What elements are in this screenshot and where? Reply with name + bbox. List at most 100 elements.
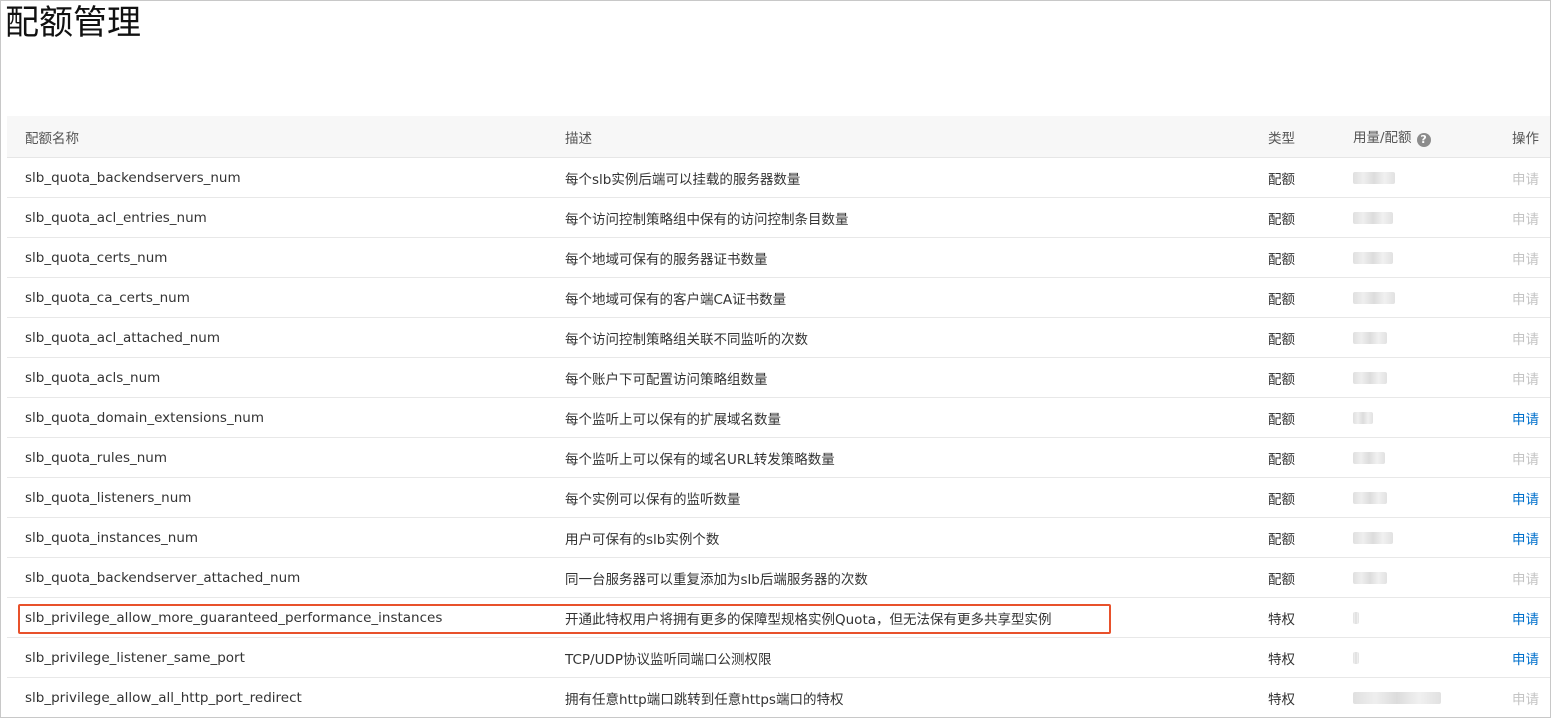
apply-link[interactable]: 申请 — [1512, 652, 1539, 668]
type-cell: 特权 — [1268, 677, 1353, 717]
quota-name-cell: slb_privilege_listener_same_port — [7, 637, 565, 678]
blurred-usage-value — [1353, 371, 1387, 384]
apply-link[interactable]: 申请 — [1512, 492, 1539, 508]
usage-cell — [1353, 437, 1512, 478]
quota-name-cell: slb_quota_instances_num — [7, 517, 565, 558]
table-row: slb_quota_acl_entries_num 每个访问控制策略组中保有的访问… — [7, 197, 1550, 238]
blurred-usage-value — [1353, 651, 1359, 664]
operation-cell: 申请 — [1512, 277, 1550, 318]
type-cell: 配额 — [1268, 517, 1353, 558]
type-cell: 配额 — [1268, 397, 1353, 438]
table-row: slb_quota_ca_certs_num 每个地域可保有的客户端CA证书数量配… — [7, 277, 1550, 318]
type-cell: 配额 — [1268, 477, 1353, 518]
type-cell: 配额 — [1268, 237, 1353, 278]
usage-cell — [1353, 637, 1512, 678]
quota-name-cell: slb_privilege_allow_more_guaranteed_perf… — [7, 597, 565, 638]
header-description: 描述 — [565, 116, 1268, 158]
apply-link: 申请 — [1512, 211, 1539, 228]
usage-cell — [1353, 357, 1512, 398]
operation-cell: 申请 — [1512, 477, 1550, 518]
table-row: slb_quota_rules_num 每个监听上可以保有的域名URL转发策略数量… — [7, 437, 1550, 478]
table-header-row: 配额名称 描述 类型 用量/配额? 操作 — [7, 116, 1550, 158]
header-usage-label: 用量/配额 — [1353, 130, 1412, 146]
operation-cell: 申请 — [1512, 197, 1550, 238]
description-cell: 每个监听上可以保有的域名URL转发策略数量 — [565, 437, 1268, 478]
quota-name-cell: slb_privilege_allow_all_http_port_redire… — [7, 677, 565, 717]
operation-cell: 申请 — [1512, 157, 1550, 198]
apply-link[interactable]: 申请 — [1512, 612, 1539, 628]
usage-cell — [1353, 197, 1512, 238]
table-row: slb_privilege_allow_more_guaranteed_perf… — [7, 597, 1550, 638]
quota-name-cell: slb_quota_acl_attached_num — [7, 317, 565, 358]
usage-cell — [1353, 397, 1512, 438]
operation-cell: 申请 — [1512, 677, 1550, 717]
usage-cell — [1353, 677, 1512, 717]
operation-cell: 申请 — [1512, 597, 1550, 638]
apply-link: 申请 — [1512, 451, 1539, 468]
operation-cell: 申请 — [1512, 237, 1550, 278]
apply-link: 申请 — [1512, 691, 1539, 708]
blurred-usage-value — [1353, 171, 1395, 184]
blurred-usage-value — [1353, 451, 1385, 464]
table-row: slb_quota_domain_extensions_num 每个监听上可以保有… — [7, 397, 1550, 438]
apply-link[interactable]: 申请 — [1512, 532, 1539, 548]
description-cell: 每个访问控制策略组中保有的访问控制条目数量 — [565, 197, 1268, 238]
blurred-usage-value — [1353, 611, 1359, 624]
quota-name-cell: slb_quota_domain_extensions_num — [7, 397, 565, 438]
quota-management-panel: 配额管理 配额名称 描述 类型 用量/配额? 操作 slb_quota_back… — [0, 0, 1551, 718]
description-cell: 每个slb实例后端可以挂载的服务器数量 — [565, 157, 1268, 198]
operation-cell: 申请 — [1512, 637, 1550, 678]
type-cell: 配额 — [1268, 437, 1353, 478]
description-cell: 开通此特权用户将拥有更多的保障型规格实例Quota，但无法保有更多共享型实例 — [565, 597, 1268, 638]
type-cell: 特权 — [1268, 597, 1353, 638]
description-cell: TCP/UDP协议监听同端口公测权限 — [565, 637, 1268, 678]
header-type: 类型 — [1268, 116, 1353, 158]
type-cell: 配额 — [1268, 197, 1353, 238]
apply-link[interactable]: 申请 — [1512, 412, 1539, 428]
usage-cell — [1353, 277, 1512, 318]
type-cell: 配额 — [1268, 277, 1353, 318]
table-row: slb_quota_listeners_num 每个实例可以保有的监听数量 配额 申请 — [7, 477, 1550, 518]
description-cell: 每个地域可保有的服务器证书数量 — [565, 237, 1268, 278]
blurred-usage-value — [1353, 691, 1441, 704]
apply-link: 申请 — [1512, 171, 1539, 188]
description-cell: 每个实例可以保有的监听数量 — [565, 477, 1268, 518]
apply-link: 申请 — [1512, 251, 1539, 268]
description-cell: 每个访问控制策略组关联不同监听的次数 — [565, 317, 1268, 358]
usage-cell — [1353, 557, 1512, 598]
usage-cell — [1353, 317, 1512, 358]
table-row: slb_quota_acls_num 每个账户下可配置访问策略组数量 配额 申请 — [7, 357, 1550, 398]
type-cell: 配额 — [1268, 357, 1353, 398]
table-row: slb_privilege_listener_same_port TCP/UDP协… — [7, 637, 1550, 678]
table-row: slb_quota_acl_attached_num 每个访问控制策略组关联不同监… — [7, 317, 1550, 358]
description-cell: 同一台服务器可以重复添加为slb后端服务器的次数 — [565, 557, 1268, 598]
description-cell: 每个监听上可以保有的扩展域名数量 — [565, 397, 1268, 438]
usage-cell — [1353, 237, 1512, 278]
type-cell: 配额 — [1268, 557, 1353, 598]
quota-name-cell: slb_quota_listeners_num — [7, 477, 565, 518]
type-cell: 配额 — [1268, 317, 1353, 358]
type-cell: 配额 — [1268, 157, 1353, 198]
operation-cell: 申请 — [1512, 517, 1550, 558]
blurred-usage-value — [1353, 291, 1395, 304]
operation-cell: 申请 — [1512, 357, 1550, 398]
blurred-usage-value — [1353, 411, 1373, 424]
quota-name-cell: slb_quota_backendservers_num — [7, 157, 565, 198]
header-usage: 用量/配额? — [1353, 116, 1512, 158]
question-circle-icon[interactable]: ? — [1416, 133, 1431, 147]
quota-name-cell: slb_quota_ca_certs_num — [7, 277, 565, 318]
blurred-usage-value — [1353, 531, 1393, 544]
operation-cell: 申请 — [1512, 397, 1550, 438]
description-cell: 每个账户下可配置访问策略组数量 — [565, 357, 1268, 398]
operation-cell: 申请 — [1512, 437, 1550, 478]
page-title: 配额管理 — [5, 3, 141, 43]
blurred-usage-value — [1353, 251, 1393, 264]
table-row: slb_quota_backendserver_attached_num 同一台服… — [7, 557, 1550, 598]
usage-cell — [1353, 517, 1512, 558]
blurred-usage-value — [1353, 331, 1387, 344]
description-cell: 拥有任意http端口跳转到任意https端口的特权 — [565, 677, 1268, 717]
quota-name-cell: slb_quota_acls_num — [7, 357, 565, 398]
table-row: slb_privilege_allow_all_http_port_redire… — [7, 677, 1550, 717]
blurred-usage-value — [1353, 571, 1387, 584]
operation-cell: 申请 — [1512, 557, 1550, 598]
